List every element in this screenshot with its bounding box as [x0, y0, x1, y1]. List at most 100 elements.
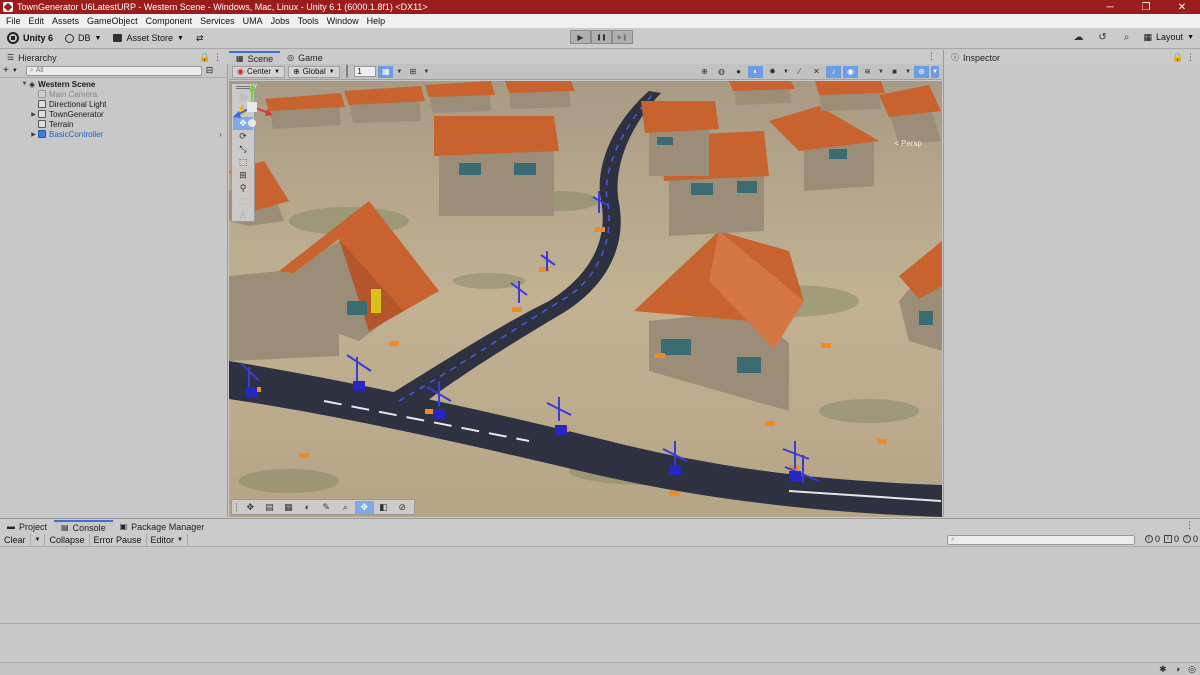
close-button[interactable]: ✕: [1164, 0, 1200, 14]
tab-game[interactable]: ◎ Game: [280, 51, 330, 64]
snap-icon[interactable]: ⊞: [405, 66, 420, 78]
pivot-dropdown[interactable]: ◉ Center ▼: [232, 65, 285, 78]
chevron-down-icon[interactable]: ▼: [877, 66, 885, 78]
drag-handle-icon[interactable]: ┆: [234, 503, 239, 512]
orientation-gizmo[interactable]: y: [229, 81, 275, 135]
grid-snap-field[interactable]: 1: [354, 66, 377, 77]
cache-icon[interactable]: ◎: [1188, 664, 1196, 675]
grid-toggle-icon[interactable]: ▦: [378, 65, 394, 78]
grid-plane-icon[interactable]: ▦: [279, 501, 298, 514]
clear-button[interactable]: Clear: [0, 533, 31, 546]
tool-extra-icon[interactable]: ◬: [233, 208, 253, 221]
scale-tool-icon[interactable]: ⤡: [233, 143, 253, 156]
expand-arrow-icon[interactable]: ▶: [29, 111, 38, 118]
maximize-button[interactable]: ❐: [1128, 0, 1164, 14]
chevron-down-icon[interactable]: ▼: [931, 65, 939, 78]
error-pause-button[interactable]: Error Pause: [90, 533, 147, 546]
collapse-button[interactable]: Collapse: [45, 533, 90, 546]
tool-settings-icon[interactable]: ⬚: [233, 195, 253, 208]
chevron-down-icon[interactable]: ▼: [12, 68, 18, 74]
clear-options-dropdown[interactable]: ▼: [31, 533, 46, 546]
hierarchy-item-towngenerator[interactable]: ▶ TownGenerator: [0, 109, 228, 119]
step-button[interactable]: ▶❚: [612, 30, 633, 44]
minimize-button[interactable]: ─: [1092, 0, 1128, 14]
tab-inspector[interactable]: ⓘ Inspector: [944, 51, 1007, 64]
cloud-icon[interactable]: ☁: [1072, 30, 1086, 44]
hierarchy-search-input-wrap[interactable]: ⌕: [25, 65, 202, 76]
chevron-right-icon[interactable]: ›: [219, 130, 222, 139]
menu-tools[interactable]: Tools: [294, 16, 323, 26]
console-search-input[interactable]: ⌕: [947, 535, 1135, 545]
hierarchy-item-western-scene[interactable]: ▼ ◈ Western Scene: [0, 79, 228, 89]
audio-toggle-icon[interactable]: ♪: [826, 65, 841, 78]
menu-edit[interactable]: Edit: [25, 16, 49, 26]
tab-scene[interactable]: ▦ Scene: [229, 51, 281, 64]
navigation-icon[interactable]: ⊘: [393, 501, 412, 514]
chevron-down-icon[interactable]: ▼: [422, 66, 430, 78]
scene-viewport[interactable]: ◎ ✋ ✥ ⟳ ⤡ ⬚ ⊞ ⚲ ⬚ ◬ y < Persp ┆ ✥ ▤ ▦ ◐ …: [229, 81, 942, 517]
menu-component[interactable]: Component: [142, 16, 197, 26]
global-view-icon[interactable]: ⊕: [697, 66, 712, 78]
chevron-down-icon[interactable]: ▼: [782, 66, 790, 78]
play-button[interactable]: ▶: [570, 30, 591, 44]
menu-services[interactable]: Services: [196, 16, 239, 26]
menu-jobs[interactable]: Jobs: [267, 16, 294, 26]
history-icon[interactable]: ↺: [1096, 30, 1110, 44]
menu-help[interactable]: Help: [363, 16, 390, 26]
kebab-menu-icon[interactable]: ⋮: [1185, 520, 1194, 531]
kebab-menu-icon[interactable]: 🔒 ⋮: [1172, 52, 1195, 63]
kebab-menu-icon[interactable]: ⋮: [927, 51, 936, 62]
menu-assets[interactable]: Assets: [48, 16, 83, 26]
sphere-icon[interactable]: ◐: [298, 501, 317, 514]
rect-tool-icon[interactable]: ⬚: [233, 156, 253, 169]
info-count-toggle[interactable]: i 0: [1144, 534, 1160, 544]
hierarchy-item-directional-light[interactable]: Directional Light: [0, 99, 228, 109]
add-object-button[interactable]: +: [0, 65, 12, 76]
warning-count-toggle[interactable]: ! 0: [1163, 534, 1179, 544]
editor-dropdown[interactable]: Editor ▼: [147, 533, 188, 546]
search-icon[interactable]: ⌕: [1120, 30, 1134, 44]
expand-arrow-icon[interactable]: ▼: [20, 81, 29, 87]
space-dropdown[interactable]: ⊕ Global ▼: [287, 65, 340, 78]
component-icon[interactable]: ◧: [374, 501, 393, 514]
hierarchy-item-main-camera[interactable]: Main Camera: [0, 89, 228, 99]
chevron-down-icon[interactable]: ▼: [395, 66, 403, 78]
hierarchy-item-basiccontroller[interactable]: ▶ BasicController ›: [0, 129, 228, 139]
console-detail-divider[interactable]: [0, 623, 1200, 624]
shading-solid-icon[interactable]: ●: [731, 66, 746, 78]
chevron-down-icon[interactable]: ▼: [904, 66, 912, 78]
hierarchy-item-terrain[interactable]: Terrain: [0, 119, 228, 129]
menu-file[interactable]: File: [2, 16, 25, 26]
layers-icon[interactable]: ≋: [860, 66, 875, 78]
gizmos-icon[interactable]: ⊛: [914, 65, 929, 78]
filter-icon[interactable]: ⊟: [206, 65, 214, 76]
tab-hierarchy[interactable]: ☰ Hierarchy: [0, 51, 64, 64]
menu-gameobject[interactable]: GameObject: [83, 16, 142, 26]
tab-project[interactable]: ▬ Project: [0, 520, 54, 533]
custom-tool-icon[interactable]: ⚲: [233, 182, 253, 195]
transform-tool-icon[interactable]: ⊞: [233, 169, 253, 182]
camera-icon[interactable]: ■: [887, 66, 902, 78]
grid-visual-icon[interactable]: ▤: [260, 501, 279, 514]
progress-icon[interactable]: ◑: [1175, 664, 1180, 675]
account-dropdown[interactable]: DB ▼: [60, 30, 106, 47]
menu-window[interactable]: Window: [323, 16, 363, 26]
zoom-icon[interactable]: ⌕: [336, 501, 355, 514]
error-count-toggle[interactable]: ! 0: [1182, 534, 1198, 544]
effects-toggle-icon[interactable]: ◉: [843, 65, 858, 78]
asset-store-dropdown[interactable]: Asset Store ▼: [108, 30, 188, 47]
version-control-button[interactable]: ⇄: [191, 30, 209, 47]
brush-icon[interactable]: ✎: [317, 501, 336, 514]
render-mode-icon[interactable]: ✹: [765, 66, 780, 78]
2d-toggle-icon[interactable]: ⁄: [792, 66, 807, 78]
shading-wire-icon[interactable]: ◍: [714, 66, 729, 78]
menu-uma[interactable]: UMA: [239, 16, 267, 26]
layout-dropdown[interactable]: ▦ Layout ▼: [1144, 32, 1194, 43]
bug-icon[interactable]: ✱: [1159, 664, 1167, 675]
kebab-menu-icon[interactable]: 🔒 ⋮: [199, 52, 222, 63]
perspective-label[interactable]: < Persp: [894, 139, 922, 148]
move-icon[interactable]: ✥: [354, 500, 374, 514]
lighting-toggle-icon[interactable]: ✕: [809, 66, 824, 78]
hierarchy-search-input[interactable]: [35, 67, 201, 74]
pause-button[interactable]: ❚❚: [591, 30, 612, 44]
